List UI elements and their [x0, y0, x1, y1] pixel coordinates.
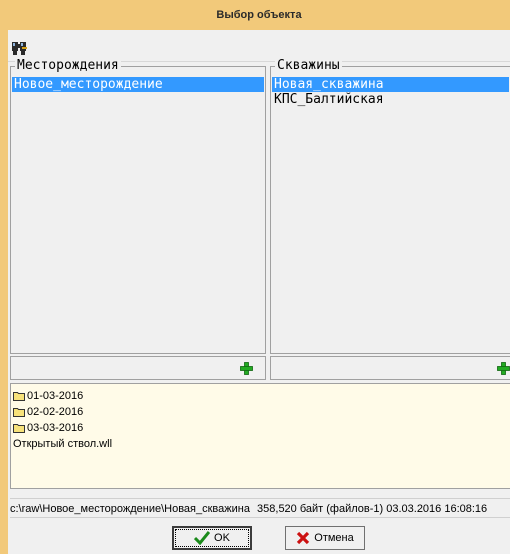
folder-label: 01-03-2016	[27, 390, 84, 402]
cancel-x-icon	[297, 531, 310, 545]
folder-item[interactable]: 02-02-2016	[11, 404, 510, 420]
folder-label: 03-03-2016	[27, 422, 84, 434]
folder-icon	[13, 408, 25, 417]
wells-group: Скважины Новая_скважина КПС_Балтийская	[270, 59, 510, 354]
folder-item[interactable]: 03-03-2016	[11, 420, 510, 436]
checkmark-icon	[194, 531, 211, 545]
status-info: 358,520 байт (файлов-1) 03.03.2016 16:08…	[257, 503, 488, 515]
status-bar: c:\raw\Новое_месторождение\Новая_скважин…	[10, 498, 510, 518]
file-item[interactable]: Открытый ствол.wll	[11, 436, 510, 452]
wells-add-bar	[270, 356, 510, 380]
fields-add-bar	[10, 356, 266, 380]
well-item[interactable]: Новая_скважина	[272, 77, 509, 92]
field-item[interactable]: Новое_месторождение	[12, 77, 264, 92]
ok-button[interactable]: OK	[172, 526, 252, 550]
folder-label: 02-02-2016	[27, 406, 84, 418]
wells-legend: Скважины	[275, 58, 342, 73]
binoculars-icon[interactable]	[11, 39, 29, 57]
fields-list[interactable]: Новое_месторождение	[12, 77, 264, 352]
file-list[interactable]: 01-03-2016 02-02-2016 03-03-2016 Открыты…	[10, 383, 510, 489]
status-path: c:\raw\Новое_месторождение\Новая_скважин…	[10, 503, 250, 515]
fields-group: Месторождения Новое_месторождение	[10, 59, 266, 354]
add-well-plus-icon[interactable]	[497, 362, 510, 375]
cancel-label: Отмена	[314, 532, 354, 544]
cancel-button[interactable]: Отмена	[285, 526, 365, 550]
dialog-title: Выбор объекта	[8, 0, 510, 30]
file-label: Открытый ствол.wll	[13, 438, 113, 450]
ok-label: OK	[214, 532, 230, 544]
well-item[interactable]: КПС_Балтийская	[272, 92, 509, 107]
folder-icon	[13, 392, 25, 401]
object-selection-dialog: Выбор объекта Месторождения Новое_местор…	[0, 0, 510, 554]
fields-legend: Месторождения	[15, 58, 121, 73]
wells-list[interactable]: Новая_скважина КПС_Балтийская	[272, 77, 509, 352]
add-field-plus-icon[interactable]	[240, 362, 253, 375]
folder-icon	[13, 424, 25, 433]
folder-item[interactable]: 01-03-2016	[11, 388, 510, 404]
